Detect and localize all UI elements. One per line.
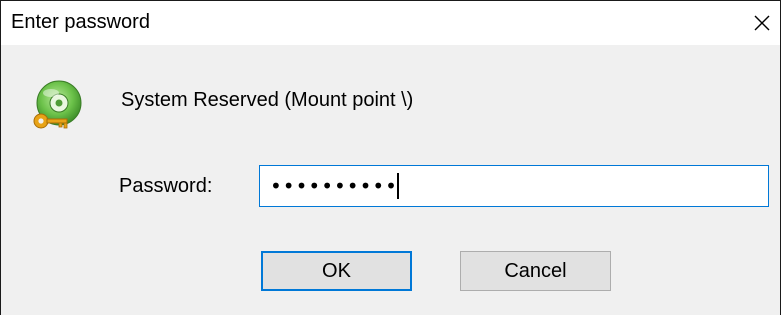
title-bar: Enter password [1, 1, 780, 45]
password-dialog: Enter password System Reserved (Mount po… [0, 0, 781, 315]
cancel-button[interactable]: Cancel [460, 251, 611, 291]
text-caret [397, 173, 399, 199]
close-icon [754, 15, 770, 31]
close-button[interactable] [740, 1, 780, 45]
volume-label: System Reserved (Mount point \) [121, 89, 414, 111]
drive-key-icon [33, 80, 82, 129]
password-label: Password: [119, 175, 213, 197]
password-field[interactable] [259, 165, 769, 207]
dialog-title: Enter password [11, 11, 150, 33]
ok-button[interactable]: OK [261, 251, 412, 291]
